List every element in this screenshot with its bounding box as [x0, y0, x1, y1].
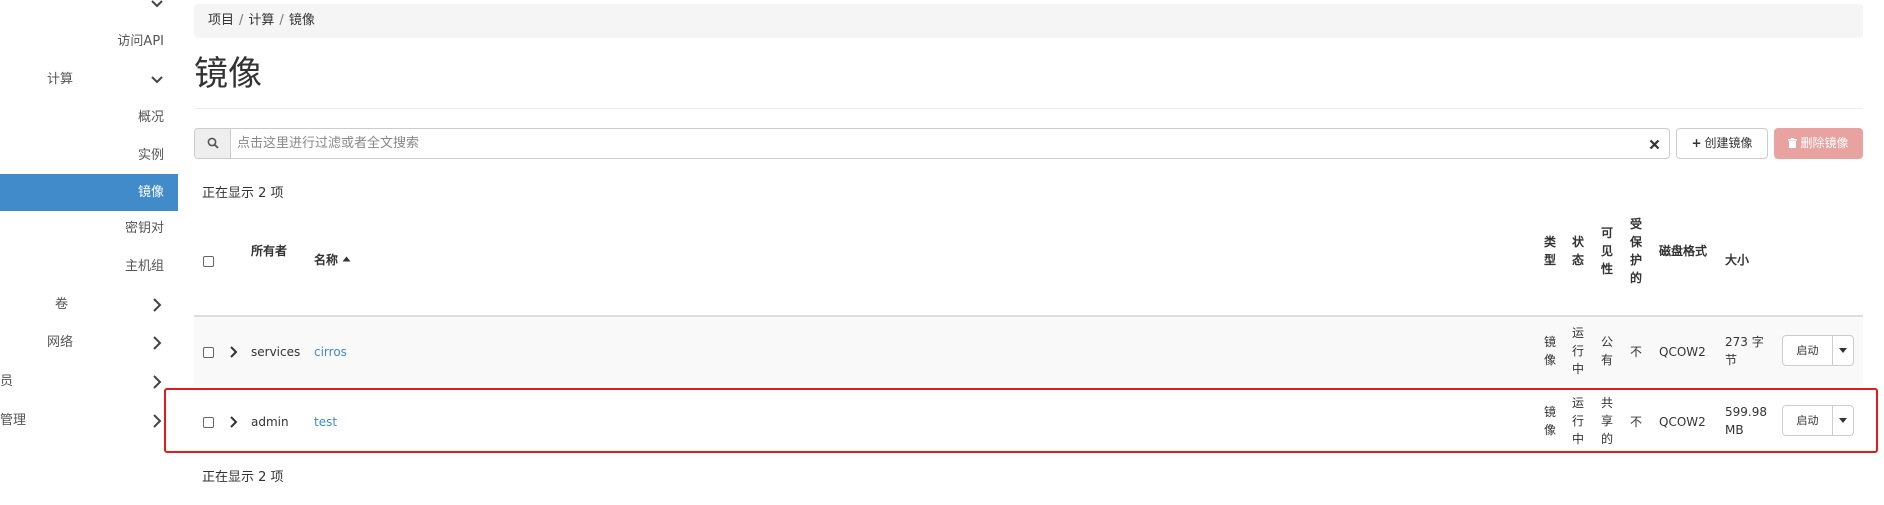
column-header-type[interactable]: 类型: [1544, 233, 1558, 269]
sidebar-item-server-groups[interactable]: 主机组: [0, 257, 178, 277]
column-header-size[interactable]: 大小: [1725, 251, 1749, 269]
clear-icon[interactable]: [1648, 136, 1661, 150]
sort-asc-icon: [342, 253, 351, 267]
chevron-right-icon: [150, 295, 164, 315]
sidebar-item-label: 密钥对: [124, 221, 164, 236]
sidebar-item-label: 卷: [55, 297, 69, 312]
delete-images-label: 删除镜像: [1800, 136, 1849, 150]
page-title: 镜像: [194, 54, 262, 94]
sidebar-section-compute[interactable]: 计算: [0, 70, 178, 90]
cell-status: 运行中: [1572, 326, 1585, 376]
image-name-link[interactable]: cirros: [314, 343, 347, 361]
column-header-name[interactable]: 名称: [314, 251, 351, 269]
column-header-disk-format[interactable]: 磁盘格式: [1659, 242, 1707, 260]
cell-type: 镜像: [1544, 335, 1557, 367]
sidebar-item-label: 管理: [0, 413, 27, 428]
sidebar-item-label: 主机组: [124, 259, 164, 274]
create-image-button[interactable]: + 创建镜像: [1676, 128, 1768, 159]
cell-visibility: 公有: [1601, 335, 1614, 367]
trash-icon: [1788, 129, 1798, 158]
caret-down-icon[interactable]: [1833, 336, 1853, 365]
breadcrumb-item-project[interactable]: 项目: [208, 13, 234, 28]
item-count-bottom: 正在显示 2 项: [202, 470, 284, 485]
sidebar-item-key-pairs[interactable]: 密钥对: [0, 219, 178, 239]
sidebar-section-members[interactable]: 员: [0, 372, 178, 392]
chevron-right-icon: [150, 372, 164, 392]
sidebar-item-images[interactable]: 镜像: [0, 174, 178, 211]
sidebar-section-network[interactable]: 网络: [0, 333, 178, 353]
sidebar-section-volumes[interactable]: 卷: [0, 295, 178, 315]
item-count-top: 正在显示 2 项: [202, 186, 284, 201]
sidebar-section-admin[interactable]: 管理: [0, 411, 178, 431]
sidebar-item-label: 访问API: [117, 34, 164, 49]
breadcrumb-item-images: 镜像: [288, 13, 315, 28]
table-row: services cirros 镜像 运行中 公有 不 QCOW2 273 字节…: [194, 317, 1863, 385]
chevron-down-icon: [150, 70, 164, 90]
divider: [194, 108, 1863, 109]
cell-owner: services: [251, 345, 301, 359]
chevron-right-icon: [150, 411, 164, 431]
breadcrumb: 项目 / 计算 / 镜像: [194, 4, 1863, 38]
sidebar-item-label: 员: [0, 374, 14, 389]
sidebar-item-label: 网络: [47, 335, 74, 350]
launch-button[interactable]: 启动: [1783, 336, 1833, 365]
search-icon: [195, 129, 231, 158]
chevron-right-icon: [150, 333, 164, 353]
sidebar-item-label: 镜像: [137, 185, 164, 200]
cell-protected: 不: [1630, 345, 1643, 359]
create-image-label: 创建镜像: [1704, 136, 1753, 150]
launch-button-group: 启动: [1782, 335, 1854, 366]
sidebar-item-access-api[interactable]: 访问API: [0, 32, 178, 52]
select-all-checkbox[interactable]: [203, 256, 214, 267]
highlight-box: [164, 388, 1878, 453]
breadcrumb-item-compute[interactable]: 计算: [248, 13, 274, 28]
delete-images-button[interactable]: 删除镜像: [1774, 128, 1863, 159]
column-header-label: 名称: [314, 253, 339, 267]
plus-icon: +: [1691, 136, 1702, 150]
column-header-owner[interactable]: 所有者: [251, 242, 287, 260]
row-checkbox[interactable]: [203, 347, 214, 358]
column-header-protected[interactable]: 受保护的: [1630, 215, 1644, 287]
sidebar-item-instances[interactable]: 实例: [0, 146, 178, 166]
sidebar-item-label: 计算: [47, 72, 74, 87]
chevron-down-icon: [150, 0, 164, 14]
column-header-visibility[interactable]: 可见性: [1601, 224, 1615, 278]
search-bar: [194, 128, 1670, 159]
cell-size: 273 字节: [1725, 335, 1764, 367]
sidebar-item-label: 实例: [137, 148, 164, 163]
chevron-right-icon[interactable]: [229, 344, 239, 358]
cell-disk-format: QCOW2: [1659, 345, 1706, 359]
sidebar-collapse-toggle[interactable]: [0, 0, 178, 14]
column-header-status[interactable]: 状态: [1572, 233, 1586, 269]
sidebar-item-label: 概况: [137, 110, 164, 125]
sidebar-item-overview[interactable]: 概况: [0, 108, 178, 128]
sidebar: 访问API 计算 概况 实例 镜像 密钥对 主机组 卷 网络 员 管理: [0, 0, 178, 505]
search-input[interactable]: [237, 129, 1617, 158]
